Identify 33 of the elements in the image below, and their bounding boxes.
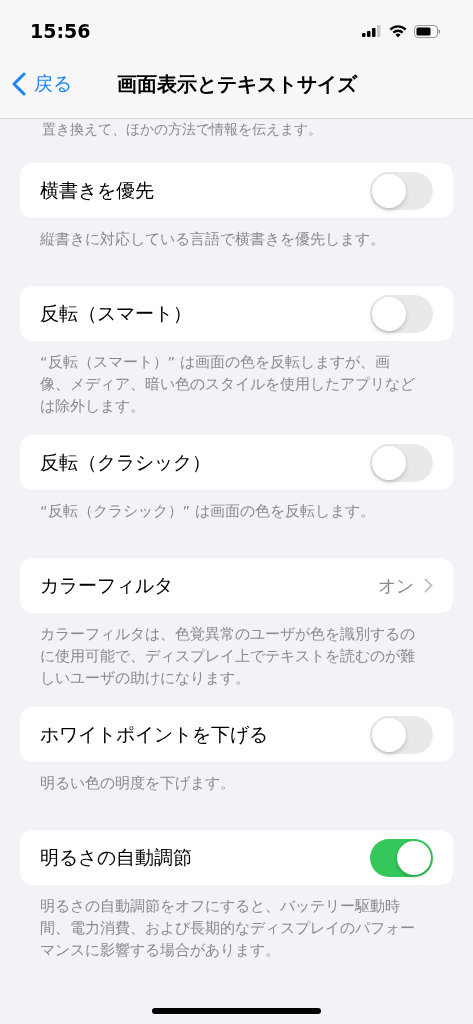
setting-label: 横書きを優先 [40, 177, 154, 203]
setting-description: 明るい色の明度を下げます。 [39, 774, 236, 793]
setting-description: “反転（スマート）” は画面の色を反転しますが、画像、メディア、暗い色のスタイルを使用したアプリなどは除外します。 [39, 353, 416, 416]
setting-row[interactable]: 横書きを優先 [20, 163, 453, 218]
setting-row[interactable]: 反転（スマート） [20, 286, 453, 341]
setting-row[interactable]: 明るさの自動調節 [20, 830, 453, 885]
setting-row[interactable]: 反転（クラシック） [20, 435, 453, 490]
signal-icon [362, 25, 382, 37]
toggle-switch[interactable] [370, 838, 433, 877]
toggle-switch[interactable] [370, 443, 433, 482]
setting-label: ホワイトポイントを下げる [40, 721, 268, 747]
setting-description: 置き換えて、ほかの方法で情報を伝えます。 [41, 120, 323, 139]
setting-value: オン [378, 573, 414, 598]
toggle-switch[interactable] [370, 715, 433, 754]
toggle-switch[interactable] [370, 294, 433, 333]
setting-label: 反転（クラシック） [40, 449, 211, 475]
setting-label: 反転（スマート） [40, 300, 192, 326]
setting-row[interactable]: カラーフィルタ オン [20, 558, 453, 613]
setting-row[interactable]: ホワイトポイントを下げる [20, 707, 453, 762]
toggle-switch[interactable] [370, 171, 433, 210]
setting-description: 明るさの自動調節をオフにすると、バッテリー駆動時間、電力消費、および長期的なディスプレイのパフォーマンスに影響する場合があります。 [39, 897, 416, 960]
setting-description: カラーフィルタは、色覚異常のユーザが色を識別するのに使用可能で、ディスプレイ上でテキストを読むのが難しいユーザの助けになります。 [39, 625, 416, 688]
back-chevron-icon [12, 72, 26, 96]
setting-description: 縦書きに対応している言語で横書きを優先します。 [39, 230, 386, 249]
wifi-icon [389, 24, 407, 38]
status-time: 15:56 [30, 20, 91, 42]
chevron-icon [424, 578, 433, 593]
setting-description: “反転（クラシック）” は画面の色を反転します。 [39, 502, 376, 521]
battery-icon [414, 24, 441, 38]
back-button[interactable]: 戻る [12, 71, 72, 97]
page-title: 画面表示とテキストサイズ [117, 70, 357, 98]
setting-label: カラーフィルタ [40, 572, 173, 598]
setting-label: 明るさの自動調節 [40, 844, 192, 870]
